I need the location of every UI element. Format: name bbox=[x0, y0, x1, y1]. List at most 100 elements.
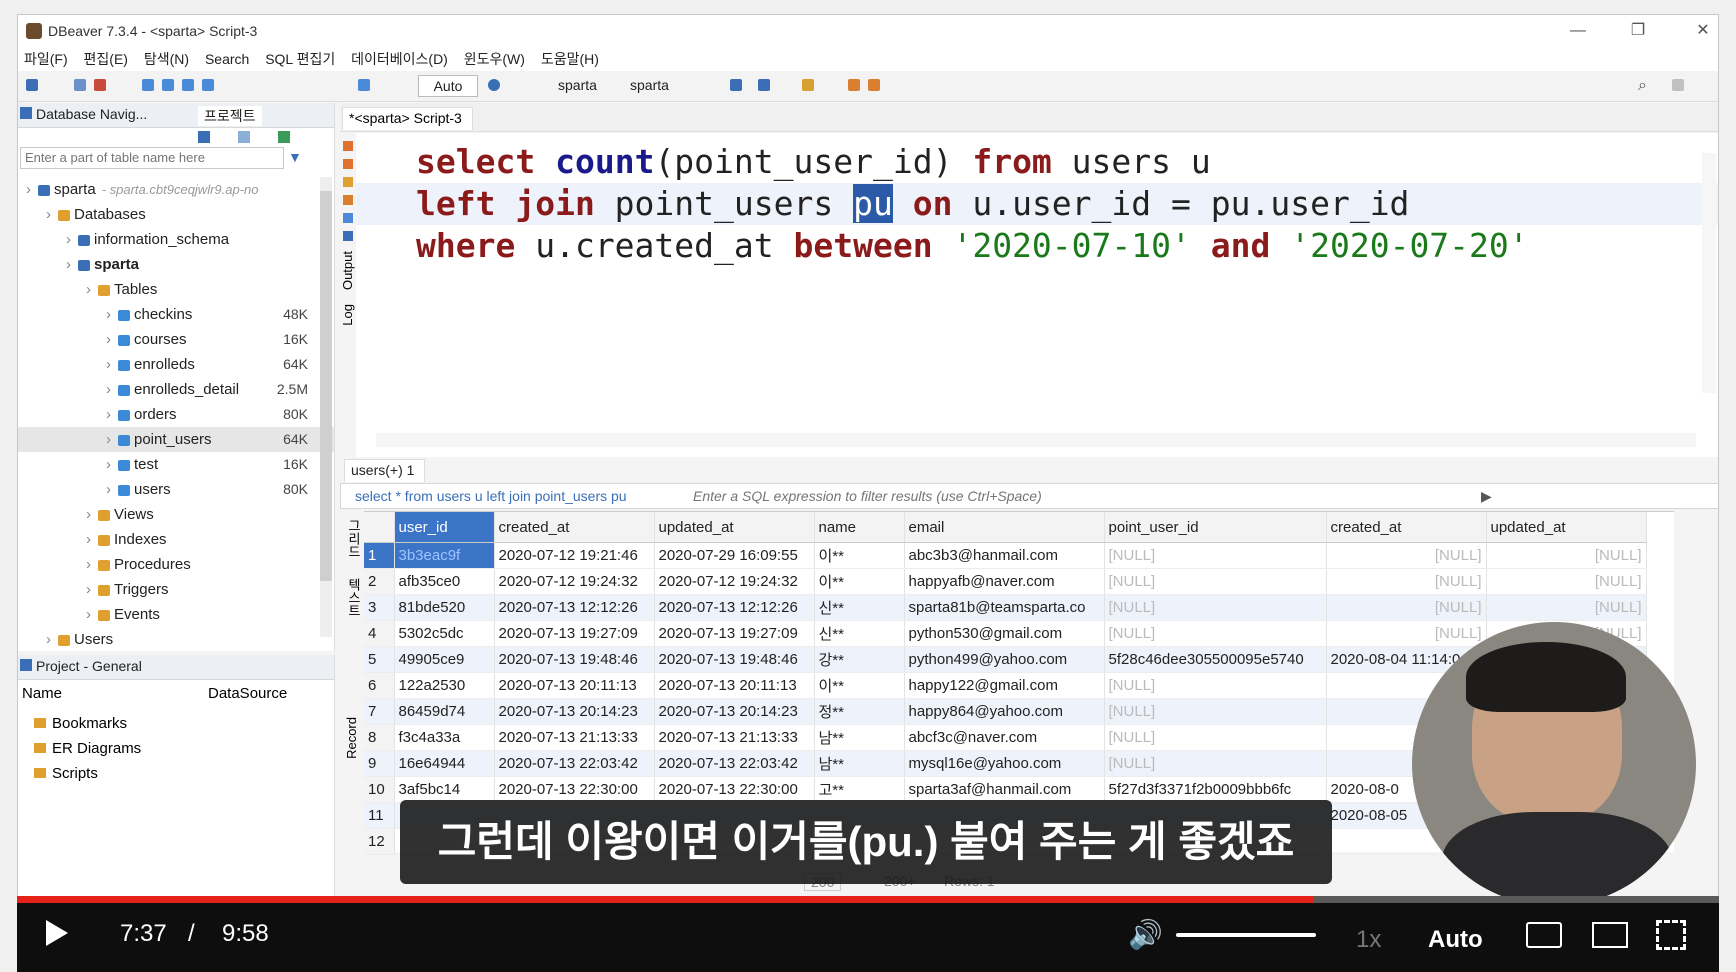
table-cell[interactable]: [NULL] bbox=[1104, 568, 1327, 595]
column-header[interactable]: updated_at bbox=[1486, 512, 1647, 543]
table-cell[interactable]: [NULL] bbox=[1104, 750, 1327, 777]
row-number[interactable]: 3 bbox=[364, 594, 395, 621]
table-cell[interactable]: 2020-07-13 12:12:26 bbox=[654, 594, 815, 621]
column-datasource[interactable]: DataSource bbox=[208, 685, 287, 702]
new-connection-icon[interactable] bbox=[26, 79, 38, 91]
video-progress-fill[interactable] bbox=[17, 896, 1314, 903]
row-number[interactable]: 2 bbox=[364, 568, 395, 595]
table-filter-input[interactable] bbox=[20, 147, 284, 169]
tree-item[interactable]: › Events bbox=[18, 602, 334, 627]
table-cell[interactable]: 강** bbox=[814, 646, 905, 673]
row-number[interactable]: 8 bbox=[364, 724, 395, 751]
output-toggle[interactable]: Output bbox=[340, 251, 355, 290]
tree-item[interactable]: › Databases bbox=[18, 202, 334, 227]
table-row[interactable]: 4 5302c5dc 2020-07-13 19:27:09 2020-07-13 1… bbox=[364, 620, 1647, 647]
maximize-button[interactable]: ❐ bbox=[1618, 19, 1658, 43]
view-menu-icon[interactable] bbox=[278, 131, 290, 143]
table-cell[interactable]: [NULL] bbox=[1104, 594, 1327, 621]
table-cell[interactable]: 16e64944 bbox=[394, 750, 495, 777]
expand-icon[interactable]: › bbox=[86, 602, 98, 627]
table-cell[interactable]: 2020-07-13 19:48:46 bbox=[654, 646, 815, 673]
table-cell[interactable]: [NULL] bbox=[1104, 672, 1327, 699]
table-cell[interactable]: 2020-07-13 22:03:42 bbox=[654, 750, 815, 777]
expand-icon[interactable]: › bbox=[86, 527, 98, 552]
tab-database-navigator[interactable]: Database Navig... bbox=[36, 106, 147, 122]
table-cell[interactable]: abc3b3@hanmail.com bbox=[904, 542, 1105, 569]
tree-item[interactable]: › information_schema bbox=[18, 227, 334, 252]
table-cell[interactable]: 남** bbox=[814, 724, 905, 751]
speed-label[interactable]: 1x bbox=[1356, 926, 1381, 954]
play-icon[interactable] bbox=[46, 920, 68, 946]
results-filter-input[interactable] bbox=[691, 486, 1535, 506]
tree-item[interactable]: › sparta - sparta.cbt9ceqjwlr9.ap-no bbox=[18, 177, 334, 202]
table-cell[interactable]: python530@gmail.com bbox=[904, 620, 1105, 647]
print-icon[interactable] bbox=[758, 79, 770, 91]
active-schema-select[interactable]: sparta bbox=[630, 77, 669, 93]
column-header[interactable]: created_at bbox=[494, 512, 655, 543]
table-cell[interactable]: mysql16e@yahoo.com bbox=[904, 750, 1105, 777]
table-cell[interactable]: 2020-07-13 22:30:00 bbox=[654, 776, 815, 803]
table-cell[interactable]: [NULL] bbox=[1326, 594, 1487, 621]
table-cell[interactable]: 2020-07-13 22:30:00 bbox=[494, 776, 655, 803]
row-number[interactable]: 10 bbox=[364, 776, 395, 803]
transaction-icon[interactable] bbox=[182, 79, 194, 91]
fullscreen-icon[interactable] bbox=[1656, 920, 1686, 950]
expand-icon[interactable]: › bbox=[26, 177, 38, 202]
table-cell[interactable]: 5f27d3f3371f2b0009bbb6fc bbox=[1104, 776, 1327, 803]
table-cell[interactable]: 86459d74 bbox=[394, 698, 495, 725]
table-cell[interactable]: 신** bbox=[814, 620, 905, 647]
table-cell[interactable]: 신** bbox=[814, 594, 905, 621]
table-cell[interactable]: [NULL] bbox=[1104, 724, 1327, 751]
table-cell[interactable]: [NULL] bbox=[1104, 542, 1327, 569]
table-row[interactable]: 2 afb35ce0 2020-07-12 19:24:32 2020-07-12 1… bbox=[364, 568, 1647, 595]
table-cell[interactable]: 2020-07-13 19:48:46 bbox=[494, 646, 655, 673]
refresh-icon[interactable] bbox=[488, 79, 500, 91]
table-cell[interactable]: [NULL] bbox=[1326, 542, 1487, 569]
expand-icon[interactable]: › bbox=[106, 302, 118, 327]
row-number-header[interactable] bbox=[364, 512, 395, 543]
tab-results[interactable]: users(+) 1 bbox=[344, 459, 426, 482]
table-cell[interactable]: [NULL] bbox=[1486, 594, 1647, 621]
table-cell[interactable]: [NULL] bbox=[1326, 620, 1487, 647]
tree-item[interactable]: › sparta bbox=[18, 252, 334, 277]
expand-icon[interactable]: › bbox=[106, 377, 118, 402]
table-cell[interactable]: 2020-07-13 20:14:23 bbox=[494, 698, 655, 725]
table-cell[interactable]: afb35ce0 bbox=[394, 568, 495, 595]
miniplayer-icon[interactable] bbox=[1592, 922, 1628, 948]
scrollbar-thumb[interactable] bbox=[320, 191, 332, 581]
tab-project[interactable]: 프로젝트 bbox=[198, 106, 262, 126]
record-view-toggle[interactable]: Record bbox=[344, 717, 359, 759]
table-cell[interactable]: 5f28c46dee305500095e5740 bbox=[1104, 646, 1327, 673]
expand-icon[interactable]: › bbox=[86, 577, 98, 602]
tree-item[interactable]: › enrolleds_detail 2.5M bbox=[18, 377, 334, 402]
column-header[interactable]: created_at bbox=[1326, 512, 1487, 543]
explain-icon[interactable] bbox=[343, 177, 353, 187]
table-cell[interactable]: sparta3af@hanmail.com bbox=[904, 776, 1105, 803]
tree-item[interactable]: › orders 80K bbox=[18, 402, 334, 427]
editor-vertical-scrollbar[interactable] bbox=[1702, 153, 1716, 393]
tools-icon[interactable] bbox=[802, 79, 814, 91]
table-cell[interactable]: [NULL] bbox=[1486, 568, 1647, 595]
menu-search[interactable]: Search bbox=[205, 47, 249, 71]
volume-slider[interactable] bbox=[1176, 933, 1316, 937]
row-number[interactable]: 1 bbox=[364, 542, 395, 569]
link-editor-icon[interactable] bbox=[238, 131, 250, 143]
navigator-scrollbar[interactable] bbox=[320, 177, 332, 637]
table-cell[interactable]: 이** bbox=[814, 672, 905, 699]
table-cell[interactable]: 이** bbox=[814, 568, 905, 595]
menu-help[interactable]: 도움말(H) bbox=[541, 47, 599, 71]
table-cell[interactable]: 2020-07-13 19:27:09 bbox=[494, 620, 655, 647]
menu-navigate[interactable]: 탐색(N) bbox=[144, 47, 189, 71]
menu-edit[interactable]: 편집(E) bbox=[84, 47, 128, 71]
table-cell[interactable]: 정** bbox=[814, 698, 905, 725]
editor-horizontal-scrollbar[interactable] bbox=[376, 433, 1696, 447]
forward-icon[interactable] bbox=[868, 79, 880, 91]
table-cell[interactable]: [NULL] bbox=[1326, 568, 1487, 595]
tree-item[interactable]: › enrolleds 64K bbox=[18, 352, 334, 377]
expand-icon[interactable]: › bbox=[106, 477, 118, 502]
table-cell[interactable]: abcf3c@naver.com bbox=[904, 724, 1105, 751]
expand-icon[interactable]: › bbox=[106, 452, 118, 477]
tree-item[interactable]: › point_users 64K bbox=[18, 427, 334, 452]
menu-window[interactable]: 윈도우(W) bbox=[464, 47, 525, 71]
apply-filter-icon[interactable]: ▶ bbox=[1481, 488, 1492, 505]
